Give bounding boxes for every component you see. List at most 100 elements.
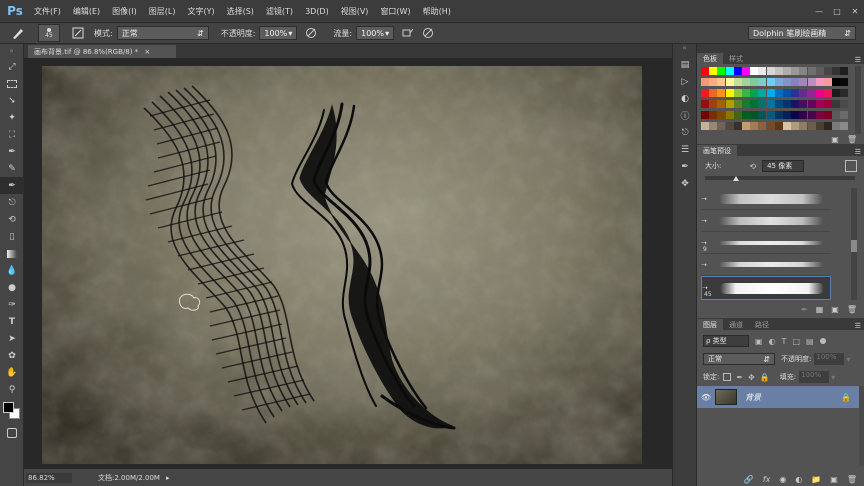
color-swatch[interactable]: [774, 100, 783, 108]
menu-image[interactable]: 图像(I): [106, 6, 143, 17]
color-swatch[interactable]: [815, 89, 824, 97]
color-swatch[interactable]: [717, 111, 726, 119]
layer-name[interactable]: 背景: [745, 392, 761, 403]
clone-stamp-tool-icon[interactable]: ⎋: [0, 194, 24, 211]
color-swatch[interactable]: [832, 122, 841, 130]
color-swatch[interactable]: [758, 100, 767, 108]
color-swatch[interactable]: [701, 89, 709, 97]
delete-swatch-icon[interactable]: 🗑: [847, 135, 857, 144]
layer-kind-filter[interactable]: ρ 类型: [703, 335, 749, 347]
brush-preset-item[interactable]: ➝ 9: [701, 232, 831, 254]
filter-smart-icon[interactable]: ▤: [806, 337, 814, 346]
menu-select[interactable]: 选择(S): [221, 6, 260, 17]
hand-tool-icon[interactable]: ✋: [0, 364, 24, 381]
zoom-tool-icon[interactable]: ⚲: [0, 381, 24, 398]
new-preset-icon[interactable]: ▣: [831, 305, 839, 314]
color-swatch[interactable]: [709, 122, 718, 130]
color-swatch[interactable]: [725, 78, 734, 86]
filter-pixel-icon[interactable]: ▣: [755, 337, 763, 346]
filter-toggle-icon[interactable]: [819, 338, 826, 344]
menu-filter[interactable]: 滤镜(T): [260, 6, 299, 17]
color-swatch[interactable]: [725, 111, 734, 119]
color-swatch[interactable]: [717, 100, 726, 108]
marquee-tool-icon[interactable]: [0, 75, 24, 92]
info-panel-icon[interactable]: ⓘ: [673, 107, 697, 124]
new-swatch-icon[interactable]: ▣: [831, 135, 839, 144]
color-swatch[interactable]: [832, 100, 841, 108]
crop-tool-icon[interactable]: ⛶: [0, 126, 24, 143]
menu-layer[interactable]: 图层(L): [143, 6, 182, 17]
color-swatch[interactable]: [742, 89, 750, 97]
tab-brush-presets[interactable]: 画笔预设: [697, 145, 737, 156]
slider-thumb[interactable]: [733, 176, 739, 181]
color-swatch[interactable]: [783, 89, 791, 97]
restore-icon[interactable]: □: [828, 7, 846, 16]
color-swatch[interactable]: [733, 89, 742, 97]
swatches-scrollbar[interactable]: [855, 66, 861, 134]
color-swatch[interactable]: [783, 111, 791, 119]
eyedropper-tool-icon[interactable]: ✒: [0, 143, 24, 160]
color-swatch[interactable]: [701, 67, 709, 75]
color-swatch[interactable]: [742, 67, 750, 75]
color-swatch[interactable]: [725, 100, 734, 108]
magic-wand-tool-icon[interactable]: ✦: [0, 109, 24, 126]
tab-swatches[interactable]: 色板: [697, 53, 723, 64]
color-swatch[interactable]: [701, 100, 709, 108]
lock-transparency-icon[interactable]: [723, 373, 732, 381]
color-swatch[interactable]: [824, 100, 832, 108]
chevron-down-icon[interactable]: ▾: [831, 373, 835, 382]
history-brush-tool-icon[interactable]: ⟲: [0, 211, 24, 228]
brush-preset-item[interactable]: ➝: [701, 188, 831, 210]
color-swatch[interactable]: [815, 111, 824, 119]
color-swatch[interactable]: [733, 111, 742, 119]
color-swatch[interactable]: [774, 78, 783, 86]
brush-preset-item[interactable]: ➝: [701, 210, 831, 232]
color-swatch[interactable]: [791, 67, 800, 75]
menu-window[interactable]: 窗口(W): [374, 6, 416, 17]
color-swatch[interactable]: [750, 122, 759, 130]
color-swatch[interactable]: [807, 100, 816, 108]
size-slider[interactable]: [705, 176, 855, 181]
mode-dropdown[interactable]: 正常 ⇵: [116, 26, 209, 40]
menu-type[interactable]: 文字(Y): [181, 6, 220, 17]
layer-style-icon[interactable]: fx: [763, 475, 771, 484]
menu-view[interactable]: 视图(V): [335, 6, 375, 17]
color-swatch[interactable]: [807, 67, 816, 75]
color-swatch[interactable]: [791, 89, 800, 97]
lock-all-icon[interactable]: 🔒: [760, 373, 770, 382]
adjustment-layer-icon[interactable]: ◐: [795, 475, 802, 484]
color-swatch[interactable]: [717, 122, 726, 130]
color-swatch[interactable]: [766, 78, 775, 86]
color-swatch[interactable]: [832, 111, 841, 119]
filter-adjustment-icon[interactable]: ◐: [769, 337, 776, 346]
paths-tools-icon[interactable]: ✥: [673, 175, 697, 192]
brush-list-scrollbar[interactable]: [851, 188, 857, 300]
color-swatch[interactable]: [824, 89, 832, 97]
brush-tool-icon[interactable]: ✒: [0, 177, 24, 194]
foreground-color[interactable]: [3, 402, 14, 413]
brush-panel-icon[interactable]: ✒: [673, 158, 697, 175]
color-swatch[interactable]: [783, 122, 791, 130]
layer-opacity-value[interactable]: 100%: [814, 353, 845, 365]
color-swatch[interactable]: [783, 100, 791, 108]
color-swatch[interactable]: [840, 100, 849, 108]
color-swatch[interactable]: [807, 78, 816, 86]
new-group-icon[interactable]: 📁: [811, 475, 821, 484]
color-swatch[interactable]: [766, 111, 775, 119]
tab-layers[interactable]: 图层: [697, 319, 723, 330]
opacity-field[interactable]: 100% ▾: [259, 26, 298, 40]
color-swatch[interactable]: [791, 100, 800, 108]
color-swatch[interactable]: [709, 78, 718, 86]
grid-view-icon[interactable]: ▦: [816, 305, 824, 314]
color-swatch[interactable]: [815, 122, 824, 130]
layer-row-background[interactable]: 👁 背景 🔒: [697, 386, 859, 408]
color-swatch[interactable]: [750, 78, 759, 86]
panel-menu-icon[interactable]: ☰: [855, 56, 864, 64]
color-swatch[interactable]: [742, 122, 750, 130]
filter-shape-icon[interactable]: □: [792, 337, 800, 346]
airbrush-icon[interactable]: [400, 25, 416, 41]
type-tool-icon[interactable]: T: [0, 313, 24, 330]
color-swatch[interactable]: [742, 100, 750, 108]
color-swatch[interactable]: [709, 100, 718, 108]
color-swatch[interactable]: [840, 111, 849, 119]
